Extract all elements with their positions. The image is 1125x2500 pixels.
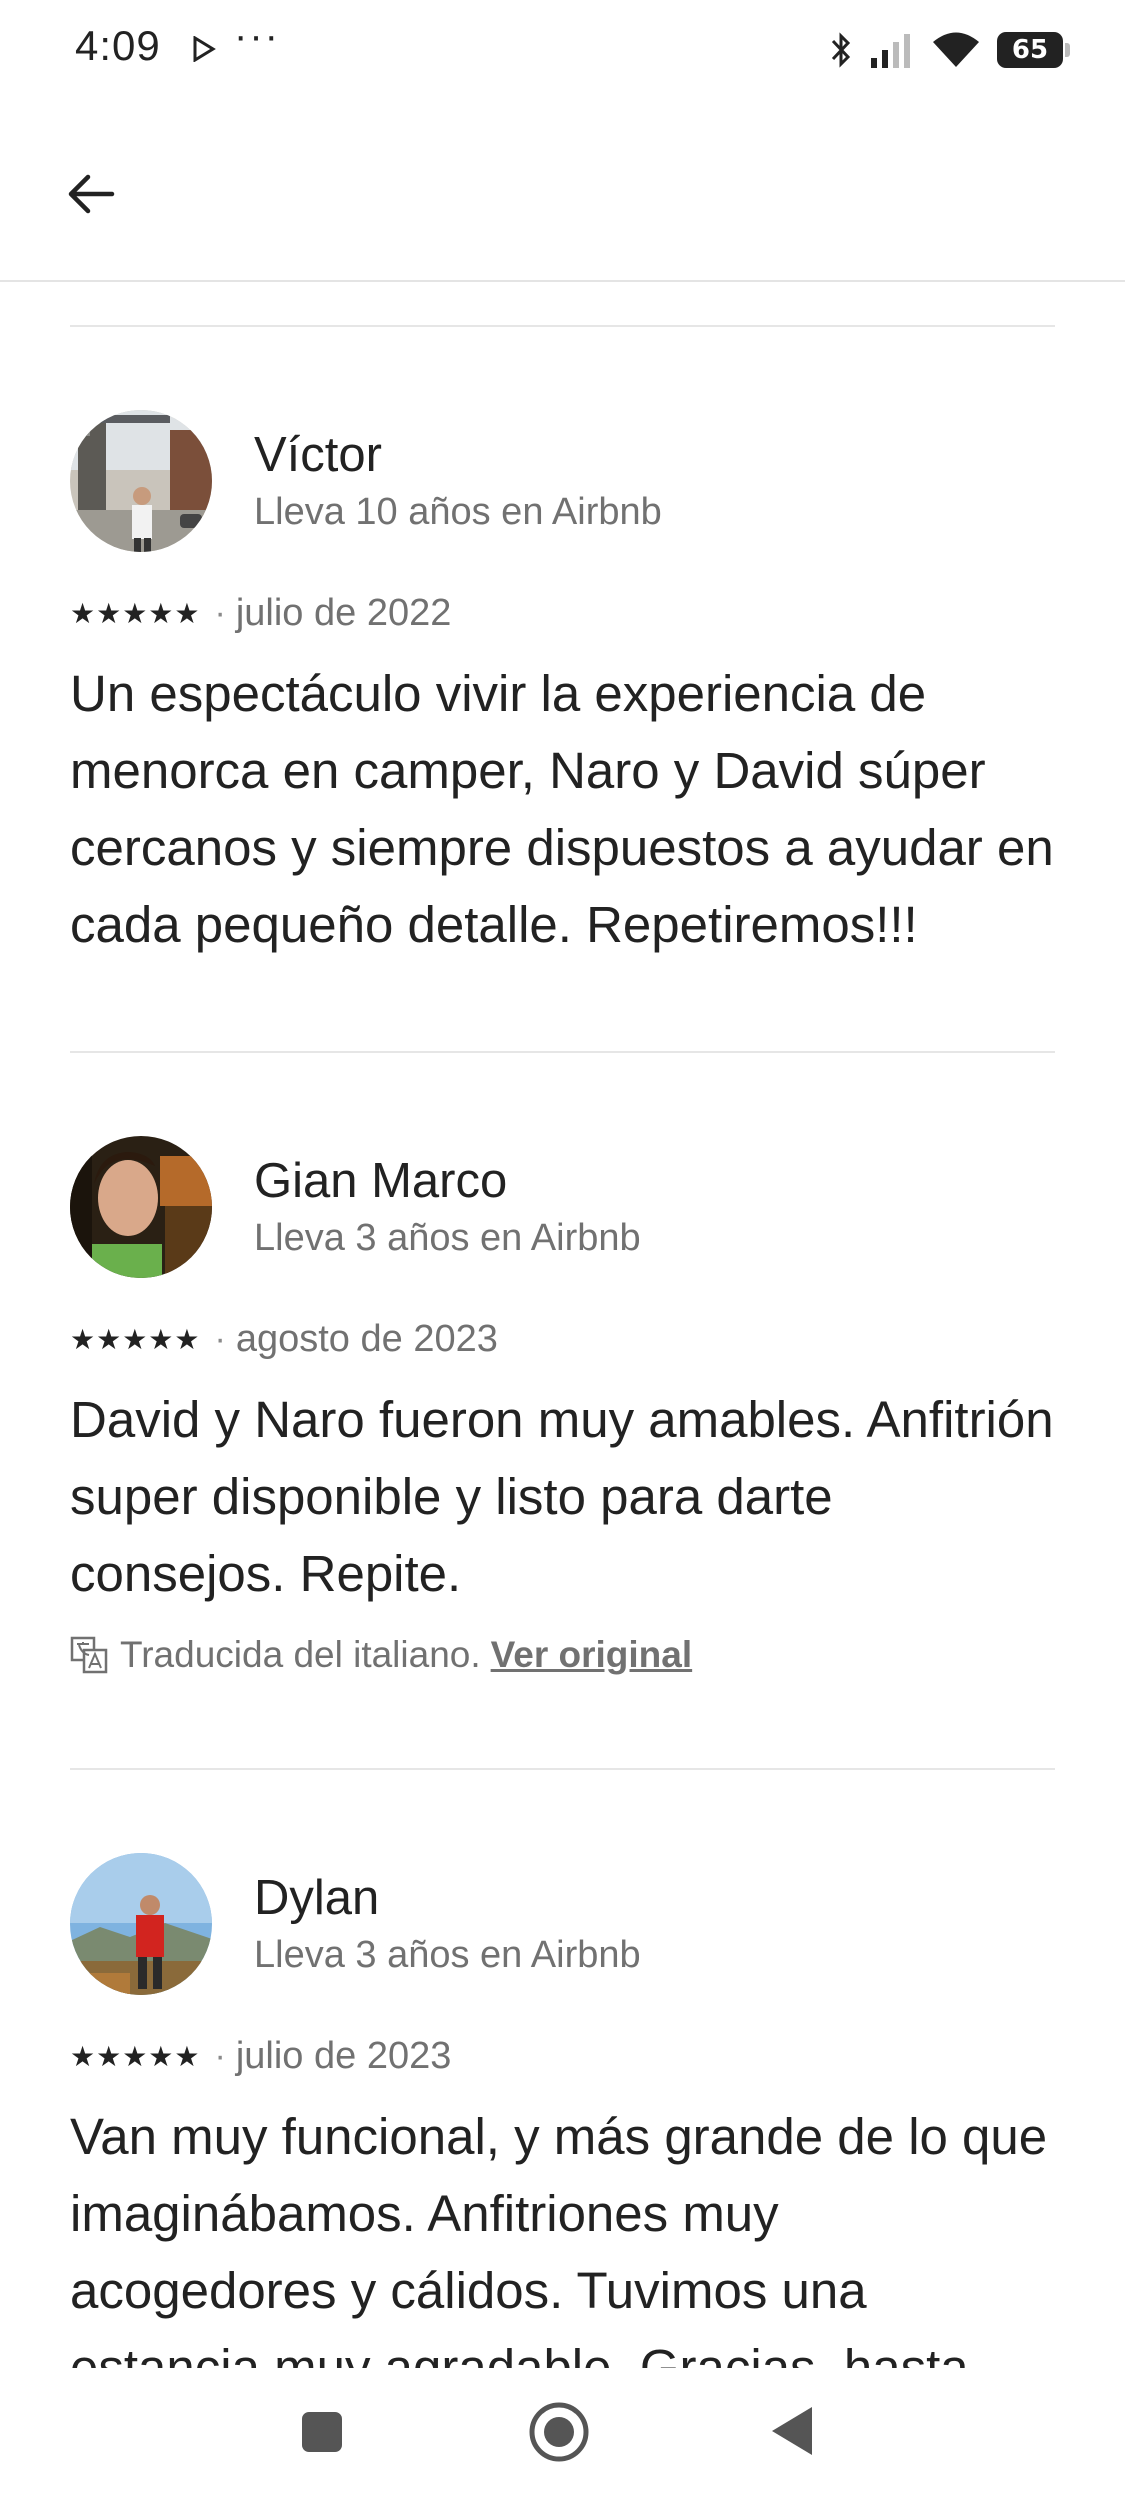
review-date: julio de 2023 bbox=[235, 2034, 452, 2077]
status-more: ··· bbox=[234, 14, 280, 58]
view-original-link[interactable]: Ver original bbox=[491, 1634, 693, 1676]
home-icon[interactable] bbox=[527, 2400, 591, 2464]
battery-level: 65 bbox=[1011, 35, 1049, 65]
reviewer[interactable]: Víctor Lleva 10 años en Airbnb bbox=[70, 409, 1055, 553]
review-date: agosto de 2023 bbox=[235, 1317, 498, 1360]
avatar[interactable] bbox=[70, 1136, 212, 1278]
reviewer[interactable]: Gian Marco Lleva 3 años en Airbnb bbox=[70, 1135, 1055, 1279]
reviews-list: Víctor Lleva 10 años en Airbnb ★★★★★ · j… bbox=[70, 325, 1055, 2406]
rating-separator: · bbox=[214, 593, 226, 632]
rating-row: ★★★★★ · agosto de 2023 bbox=[70, 1315, 1055, 1363]
status-time: 4:09 bbox=[75, 22, 161, 69]
status-bar: 4:09 ··· 65 bbox=[0, 0, 1125, 100]
rating-row: ★★★★★ · julio de 2022 bbox=[70, 589, 1055, 637]
reviewer-name: Gian Marco bbox=[254, 1154, 508, 1208]
star-rating-icon: ★★★★★ bbox=[70, 2040, 201, 2072]
signal-icon bbox=[871, 34, 910, 68]
review-text: Van muy funcional, y más grande de lo qu… bbox=[70, 2108, 1048, 2396]
review-text: David y Naro fueron muy amables. Anfitri… bbox=[70, 1391, 1054, 1602]
bluetooth-icon bbox=[831, 32, 851, 68]
translation-note: Traducida del italiano. Ver original bbox=[70, 1634, 1055, 1676]
app-header bbox=[0, 100, 1125, 282]
star-rating-icon: ★★★★★ bbox=[70, 1323, 201, 1355]
rating-separator: · bbox=[214, 2036, 226, 2075]
recents-icon[interactable] bbox=[300, 2410, 344, 2454]
star-rating-icon: ★★★★★ bbox=[70, 597, 201, 629]
reviewer-tenure: Lleva 3 años en Airbnb bbox=[254, 1217, 641, 1259]
rating-row: ★★★★★ · julio de 2023 bbox=[70, 2032, 1055, 2080]
review-item: Víctor Lleva 10 años en Airbnb ★★★★★ · j… bbox=[70, 327, 1055, 1053]
reviewer[interactable]: Dylan Lleva 3 años en Airbnb bbox=[70, 1852, 1055, 1996]
system-nav-bar bbox=[0, 2368, 1125, 2500]
reviewer-name: Dylan bbox=[254, 1871, 380, 1925]
arrow-left-icon[interactable] bbox=[60, 162, 124, 226]
translation-text: Traducida del italiano. bbox=[120, 1634, 481, 1675]
review-date: julio de 2022 bbox=[235, 591, 452, 634]
back-triangle-icon[interactable] bbox=[768, 2404, 816, 2458]
avatar[interactable] bbox=[70, 410, 212, 552]
reviewer-name: Víctor bbox=[254, 428, 382, 482]
battery-icon: 65 bbox=[997, 32, 1070, 68]
rating-separator: · bbox=[214, 1319, 226, 1358]
review-item: Gian Marco Lleva 3 años en Airbnb ★★★★★ … bbox=[70, 1053, 1055, 1770]
avatar[interactable] bbox=[70, 1853, 212, 1995]
translate-icon bbox=[70, 1636, 108, 1674]
reviewer-tenure: Lleva 3 años en Airbnb bbox=[254, 1934, 641, 1976]
review-item: Dylan Lleva 3 años en Airbnb ★★★★★ · jul… bbox=[70, 1770, 1055, 2406]
play-icon bbox=[193, 36, 216, 62]
review-text: Un espectáculo vivir la experiencia de m… bbox=[70, 665, 1054, 953]
status-icons: 65 bbox=[829, 26, 1070, 74]
wifi-icon bbox=[933, 32, 979, 67]
reviewer-tenure: Lleva 10 años en Airbnb bbox=[254, 491, 662, 533]
